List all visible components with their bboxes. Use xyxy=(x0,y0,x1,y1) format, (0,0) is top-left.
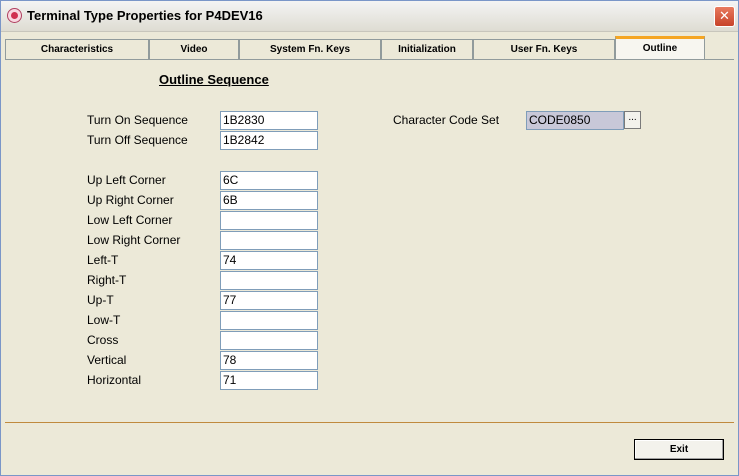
low-left-corner-label: Low Left Corner xyxy=(87,213,173,227)
low-t-field[interactable] xyxy=(220,311,318,330)
up-right-corner-field[interactable]: 6B xyxy=(220,191,318,210)
character-code-set-label: Character Code Set xyxy=(393,113,500,127)
character-code-set-field[interactable]: CODE0850 xyxy=(526,111,624,130)
vertical-field[interactable]: 78 xyxy=(220,351,318,370)
footer-separator xyxy=(5,422,734,423)
close-button[interactable]: ✕ xyxy=(714,6,735,27)
cross-label: Cross xyxy=(87,333,119,347)
close-icon: ✕ xyxy=(719,9,730,24)
horizontal-label: Horizontal xyxy=(87,373,142,387)
app-icon xyxy=(7,8,22,23)
horizontal-field[interactable]: 71 xyxy=(220,371,318,390)
cross-field[interactable] xyxy=(220,331,318,350)
tab-system-fn-keys[interactable]: System Fn. Keys xyxy=(239,39,381,60)
low-right-corner-label: Low Right Corner xyxy=(87,233,181,247)
title-bar[interactable]: Terminal Type Properties for P4DEV16 ✕ xyxy=(1,1,738,32)
properties-window: Terminal Type Properties for P4DEV16 ✕ C… xyxy=(0,0,739,476)
low-t-label: Low-T xyxy=(87,313,121,327)
up-t-label: Up-T xyxy=(87,293,114,307)
right-t-label: Right-T xyxy=(87,273,127,287)
vertical-label: Vertical xyxy=(87,353,127,367)
window-title: Terminal Type Properties for P4DEV16 xyxy=(27,8,263,23)
left-t-field[interactable]: 74 xyxy=(220,251,318,270)
tab-outline[interactable]: Outline xyxy=(615,36,705,60)
tab-video[interactable]: Video xyxy=(149,39,239,60)
left-t-label: Left-T xyxy=(87,253,119,267)
section-title: Outline Sequence xyxy=(159,72,269,87)
tab-bar: Characteristics Video System Fn. Keys In… xyxy=(5,36,734,60)
turn-on-sequence-label: Turn On Sequence xyxy=(87,113,188,127)
exit-button[interactable]: Exit xyxy=(634,439,724,460)
up-right-corner-label: Up Right Corner xyxy=(87,193,174,207)
tab-characteristics[interactable]: Characteristics xyxy=(5,39,149,60)
up-t-field[interactable]: 77 xyxy=(220,291,318,310)
character-code-set-browse-button[interactable]: ... xyxy=(624,111,641,129)
up-left-corner-field[interactable]: 6C xyxy=(220,171,318,190)
turn-on-sequence-field[interactable]: 1B2830 xyxy=(220,111,318,130)
low-right-corner-field[interactable] xyxy=(220,231,318,250)
turn-off-sequence-label: Turn Off Sequence xyxy=(87,133,188,147)
tab-initialization[interactable]: Initialization xyxy=(381,39,473,60)
up-left-corner-label: Up Left Corner xyxy=(87,173,166,187)
low-left-corner-field[interactable] xyxy=(220,211,318,230)
right-t-field[interactable] xyxy=(220,271,318,290)
tab-user-fn-keys[interactable]: User Fn. Keys xyxy=(473,39,615,60)
turn-off-sequence-field[interactable]: 1B2842 xyxy=(220,131,318,150)
